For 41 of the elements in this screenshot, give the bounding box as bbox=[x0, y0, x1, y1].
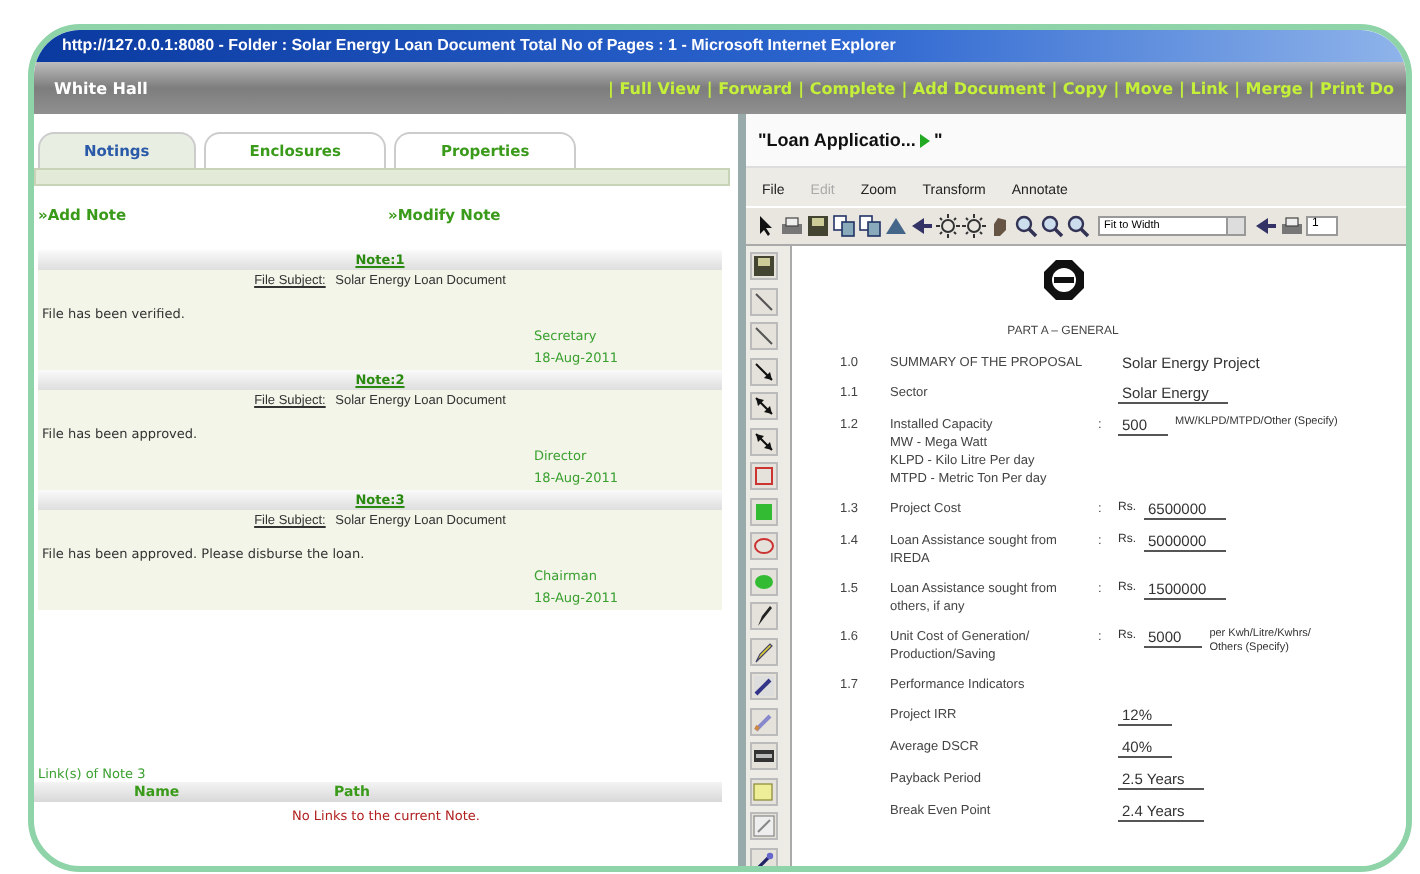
save-icon[interactable] bbox=[750, 252, 778, 280]
marker-icon[interactable] bbox=[750, 637, 778, 665]
document-title: "Loan Applicatio... bbox=[758, 130, 916, 150]
arrow-icon[interactable] bbox=[750, 357, 778, 385]
pages-icon[interactable] bbox=[832, 214, 856, 238]
rectangle-icon[interactable] bbox=[750, 462, 778, 490]
emblem-icon bbox=[1041, 258, 1085, 302]
text-tool-icon[interactable] bbox=[750, 742, 778, 770]
toolbar-link[interactable]: | Merge bbox=[1234, 79, 1303, 97]
quote-mark: " bbox=[933, 130, 943, 150]
toolbar-link[interactable]: | Link bbox=[1179, 79, 1229, 97]
window-title: http://127.0.0.1:8080 - Folder : Solar Energy Loan Document Total No of Pages : 1 - Microsoft Internet Explorer bbox=[34, 30, 1406, 62]
save-icon[interactable] bbox=[806, 214, 830, 238]
arrow-icon[interactable] bbox=[750, 427, 778, 455]
toolbar-link[interactable]: | Full View bbox=[608, 79, 701, 97]
app-title: White Hall bbox=[54, 79, 150, 97]
pen-icon[interactable] bbox=[750, 672, 778, 700]
magnifier-icon[interactable] bbox=[1066, 214, 1090, 238]
toolbar-link[interactable]: | Complete bbox=[798, 79, 896, 97]
toolbar-link[interactable]: | Print Do bbox=[1308, 79, 1394, 97]
toolbar-link[interactable]: | Move bbox=[1113, 79, 1174, 97]
line-icon[interactable] bbox=[750, 322, 778, 350]
toolbar-link[interactable]: | Forward bbox=[706, 79, 793, 97]
line-icon[interactable] bbox=[750, 287, 778, 315]
sun-icon[interactable] bbox=[936, 214, 960, 238]
toolbar-link[interactable]: | Copy bbox=[1051, 79, 1108, 97]
printer-icon[interactable] bbox=[780, 214, 804, 238]
magnifier-icon[interactable] bbox=[1014, 214, 1038, 238]
printer-icon[interactable] bbox=[1280, 214, 1304, 238]
ellipse-icon[interactable] bbox=[750, 532, 778, 560]
sun-icon[interactable] bbox=[962, 214, 986, 238]
magnifier-icon[interactable] bbox=[1040, 214, 1064, 238]
pointer-icon[interactable] bbox=[754, 214, 778, 238]
brush-icon[interactable] bbox=[750, 602, 778, 630]
arrow-icon bbox=[919, 133, 930, 147]
arrow-icon[interactable] bbox=[910, 214, 934, 238]
arrow-icon[interactable] bbox=[1254, 214, 1278, 238]
triangle-icon[interactable] bbox=[884, 214, 908, 238]
pages-icon[interactable] bbox=[858, 214, 882, 238]
toolbar-link[interactable]: | Add Document bbox=[901, 79, 1046, 97]
arrow-icon[interactable] bbox=[750, 392, 778, 420]
